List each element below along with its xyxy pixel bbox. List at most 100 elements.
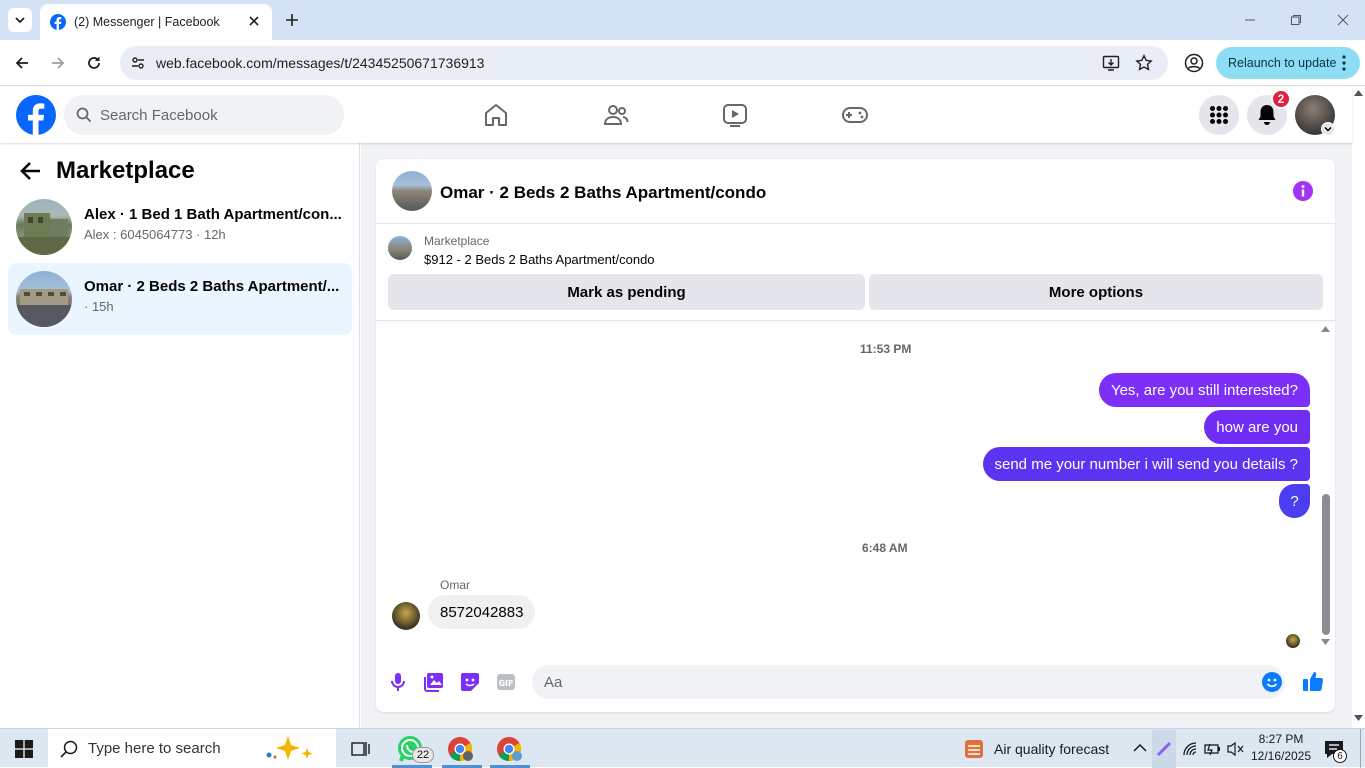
outgoing-message[interactable]: Yes, are you still interested? <box>1098 373 1310 407</box>
conversation-item-alex[interactable]: Alex · 1 Bed 1 Bath Apartment/con... Ale… <box>8 191 352 263</box>
conversation-title: Alex · 1 Bed 1 Bath Apartment/con... <box>84 206 342 223</box>
menu-grid-button[interactable] <box>1199 95 1239 135</box>
message-input[interactable]: Aa <box>532 665 1285 699</box>
conversation-title: Omar · 2 Beds 2 Baths Apartment/... <box>84 278 340 295</box>
outgoing-message[interactable]: ? <box>1279 484 1310 518</box>
chat-header-title[interactable]: Omar · 2 Beds 2 Baths Apartment/condo <box>440 183 766 203</box>
relaunch-to-update-button[interactable]: Relaunch to update <box>1216 47 1360 79</box>
search-placeholder: Search Facebook <box>100 106 218 124</box>
sidebar-title: Marketplace <box>56 157 195 184</box>
outgoing-message[interactable]: how are you <box>1204 410 1310 444</box>
message-timestamp: 6:48 AM <box>862 541 908 555</box>
mark-as-pending-button[interactable]: Mark as pending <box>388 274 865 310</box>
microphone-icon[interactable] <box>389 672 407 692</box>
install-app-icon[interactable] <box>1102 54 1120 72</box>
conversation-item-omar[interactable]: Omar · 2 Beds 2 Baths Apartment/... · 15… <box>8 263 352 335</box>
account-avatar[interactable] <box>1295 95 1335 136</box>
incoming-message[interactable]: 8572042883 <box>428 595 536 629</box>
browser-toolbar: web.facebook.com/messages/t/243452506717… <box>0 40 1365 86</box>
air-quality-icon[interactable] <box>963 738 985 760</box>
chat-avatar[interactable] <box>392 171 432 211</box>
listing-thumbnail <box>16 199 72 255</box>
notifications-button[interactable]: 2 <box>1247 89 1291 135</box>
banner-divider <box>376 320 1335 321</box>
chrome-icon[interactable] <box>447 736 473 762</box>
gif-icon[interactable]: GIF <box>496 672 516 692</box>
search-icon <box>76 107 92 123</box>
profile-icon[interactable] <box>1184 53 1204 73</box>
friends-icon[interactable] <box>603 102 629 128</box>
facebook-logo-icon[interactable] <box>16 95 56 135</box>
gaming-icon[interactable] <box>841 102 869 128</box>
chat-scrollbar-thumb[interactable] <box>1322 494 1330 635</box>
close-tab-icon[interactable] <box>248 15 260 27</box>
facebook-favicon-icon <box>50 14 66 30</box>
close-window-icon[interactable] <box>1337 14 1349 26</box>
reload-icon[interactable] <box>86 55 102 71</box>
header-divider <box>376 223 1335 224</box>
listing-source: Marketplace <box>424 234 490 248</box>
browser-tab[interactable]: (2) Messenger | Facebook <box>40 4 272 40</box>
pen-tray-icon[interactable] <box>1152 730 1176 768</box>
forward-icon[interactable] <box>50 55 66 71</box>
chat-scroll-up-icon[interactable] <box>1321 326 1330 332</box>
chevron-down-icon <box>1321 122 1335 136</box>
show-desktop-button[interactable] <box>1360 729 1361 768</box>
chrome-profile-icon[interactable] <box>496 736 522 762</box>
taskbar-search-placeholder: Type here to search <box>88 740 221 757</box>
battery-icon[interactable] <box>1204 741 1222 757</box>
outgoing-message[interactable]: send me your number i will send you deta… <box>982 447 1310 481</box>
windows-start-icon[interactable] <box>15 740 33 758</box>
page-scroll-up-icon[interactable] <box>1354 90 1363 96</box>
clock-time: 8:27 PM <box>1258 732 1304 746</box>
volume-muted-icon[interactable] <box>1227 741 1245 757</box>
emoji-icon[interactable] <box>1262 672 1282 692</box>
task-view-icon[interactable] <box>350 739 370 759</box>
thumbs-up-icon[interactable] <box>1302 670 1324 692</box>
page-scroll-down-icon[interactable] <box>1354 715 1363 721</box>
more-options-button[interactable]: More options <box>869 274 1323 310</box>
clock-date: 12/16/2025 <box>1250 749 1312 763</box>
bookmark-star-icon[interactable] <box>1135 54 1153 72</box>
browser-menu-icon[interactable] <box>1342 55 1346 71</box>
minimize-window-icon[interactable] <box>1244 14 1256 26</box>
browser-tab-bar: (2) Messenger | Facebook <box>0 0 1365 40</box>
new-tab-icon[interactable] <box>284 12 300 28</box>
listing-title[interactable]: $912 - 2 Beds 2 Baths Apartment/condo <box>424 252 655 267</box>
taskbar-search-input[interactable]: Type here to search <box>48 729 336 768</box>
chat-scroll-down-icon[interactable] <box>1321 639 1330 645</box>
show-hidden-icons-chevron-icon[interactable] <box>1133 743 1147 753</box>
video-icon[interactable] <box>722 102 748 128</box>
action-center-badge: 6 <box>1333 749 1347 763</box>
whatsapp-badge: 22 <box>412 747 434 763</box>
grid-icon <box>1209 105 1229 125</box>
home-icon[interactable] <box>483 102 509 128</box>
weather-widget-label[interactable]: Air quality forecast <box>994 741 1109 757</box>
url-text: web.facebook.com/messages/t/243452506717… <box>156 55 485 71</box>
listing-icon <box>388 236 412 260</box>
taskbar-clock[interactable]: 8:27 PM 12/16/2025 <box>1250 732 1312 763</box>
search-icon <box>60 740 78 758</box>
sender-avatar[interactable] <box>392 602 420 630</box>
message-input-placeholder: Aa <box>544 673 563 691</box>
copilot-sparkle-icon[interactable] <box>264 735 324 763</box>
network-icon[interactable] <box>1182 741 1198 757</box>
photo-gallery-icon[interactable] <box>424 672 444 692</box>
back-icon[interactable] <box>14 55 30 71</box>
tab-search-chevron-icon[interactable] <box>8 8 32 32</box>
read-receipt-avatar <box>1286 634 1300 648</box>
conversation-subtitle: · 15h <box>84 299 114 314</box>
bell-icon <box>1257 104 1277 126</box>
message-timestamp: 11:53 PM <box>860 342 912 356</box>
listing-thumbnail <box>16 271 72 327</box>
info-icon[interactable] <box>1293 181 1313 201</box>
sticker-icon[interactable] <box>460 672 480 692</box>
site-settings-icon[interactable] <box>130 55 146 71</box>
facebook-header: Search Facebook 2 <box>0 87 1352 143</box>
windows-taskbar: Type here to search 22 Air quality forec… <box>0 728 1365 768</box>
notification-badge: 2 <box>1271 89 1291 109</box>
restore-window-icon[interactable] <box>1290 14 1302 26</box>
address-bar[interactable]: web.facebook.com/messages/t/243452506717… <box>120 46 1168 80</box>
back-arrow-icon[interactable] <box>20 161 42 181</box>
facebook-search-input[interactable]: Search Facebook <box>64 95 344 135</box>
